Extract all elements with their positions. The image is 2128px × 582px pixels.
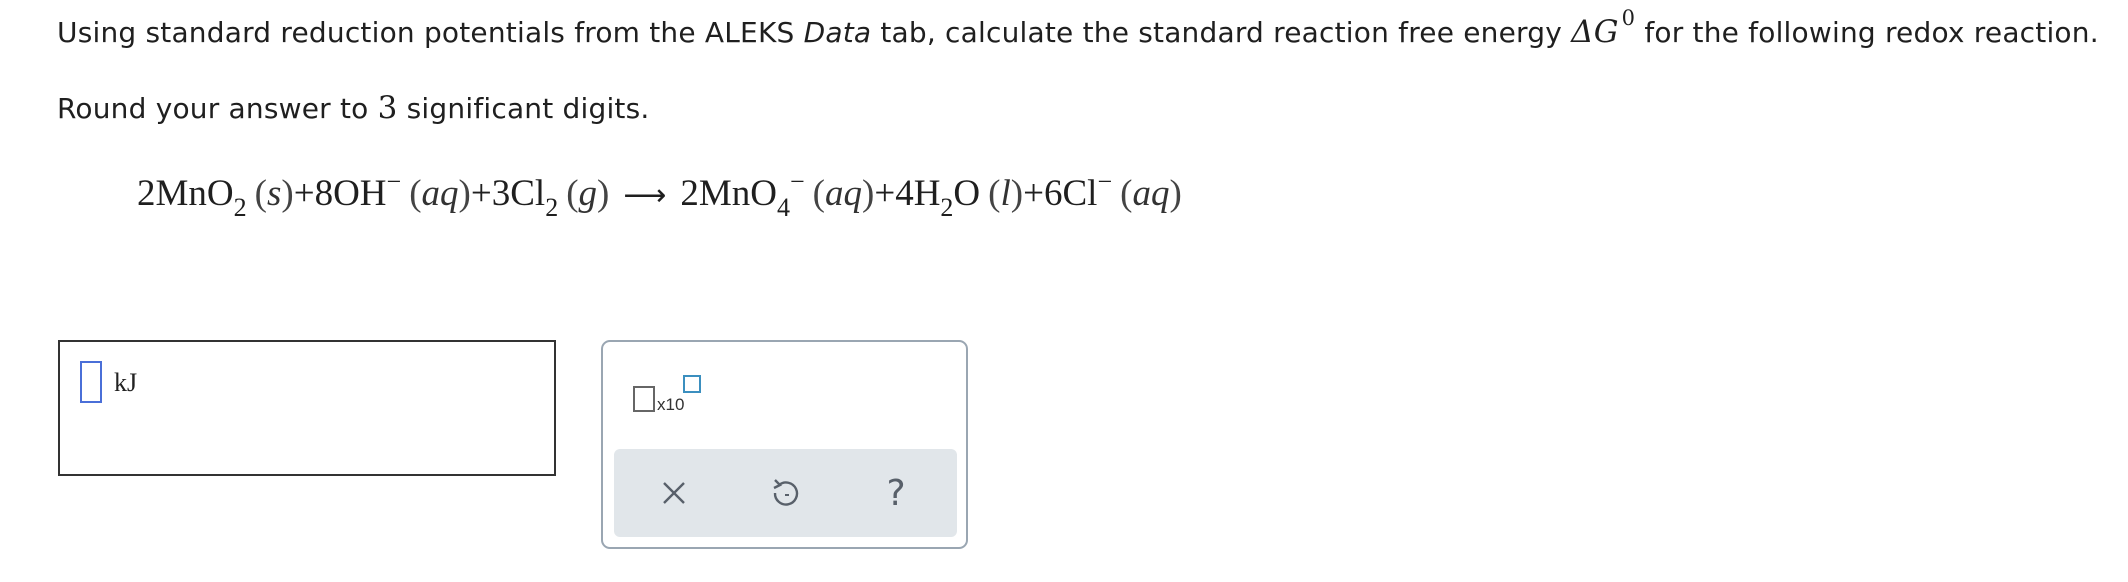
action-bar: ? — [614, 449, 957, 537]
phase: aq — [824, 173, 862, 214]
plus-sign: + — [470, 173, 492, 214]
delta-g-label: ΔG — [1571, 14, 1619, 50]
plus-sign: + — [874, 173, 896, 214]
formula: Cl — [510, 173, 546, 214]
paren: ( — [254, 173, 267, 214]
data-tab-reference: Data — [803, 16, 872, 49]
paren: ) — [458, 173, 471, 214]
significant-digits-number: 3 — [377, 90, 398, 126]
exponent-box-icon — [683, 375, 701, 393]
reaction-arrow: ⟶ — [623, 178, 667, 213]
delta-g-superscript: 0 — [1621, 6, 1636, 30]
phase: g — [578, 173, 598, 214]
coefficient: 2 — [680, 173, 699, 214]
answer-input[interactable] — [80, 361, 102, 403]
formula: O — [953, 173, 981, 214]
paren: ) — [1010, 173, 1024, 214]
question-text: for the following redox reaction. — [1635, 16, 2099, 49]
reactant-species-0: 2MnO2 (s) — [137, 173, 294, 222]
paren: ) — [1169, 173, 1182, 214]
paren: ( — [566, 173, 579, 214]
phase: aq — [421, 173, 459, 214]
question-text: tab, calculate the standard reaction fre… — [871, 16, 1572, 49]
product-species-1: 4H2O (l) — [895, 173, 1024, 222]
charge: − — [789, 167, 805, 196]
paren: ) — [597, 173, 610, 214]
redox-equation: 2MnO2 (s)+8OH− (aq)+3Cl2 (g) ⟶ 2MnO4− (aq)+4H2… — [137, 167, 1182, 222]
question-text-line-1: Using standard reduction potentials from… — [57, 6, 2099, 50]
product-species-2: 6Cl− (aq) — [1043, 167, 1182, 214]
paren: ( — [409, 173, 422, 214]
phase: s — [266, 173, 282, 214]
question-text-line-2: Round your answer to 3 significant digit… — [57, 90, 650, 126]
paren: ) — [861, 173, 875, 214]
clear-button[interactable] — [652, 471, 696, 515]
plus-sign: + — [1023, 173, 1044, 214]
coefficient: 8 — [314, 173, 334, 214]
coefficient: 4 — [895, 173, 914, 214]
answer-box: kJ — [58, 340, 556, 476]
paren: ) — [281, 173, 294, 214]
undo-icon — [773, 479, 799, 506]
coefficient: 6 — [1043, 173, 1063, 214]
charge: − — [1097, 167, 1113, 196]
question-text: Round your answer to — [57, 92, 378, 125]
paren: ( — [812, 173, 825, 214]
mantissa-box-icon — [633, 386, 655, 412]
phase: aq — [1132, 173, 1170, 214]
subscript: 2 — [940, 193, 954, 222]
scientific-notation-button[interactable]: x10 — [627, 372, 701, 417]
close-icon — [663, 482, 685, 504]
delta-g-symbol: ΔG 0 — [1571, 6, 1635, 50]
formula: H — [913, 173, 941, 214]
unit-label: kJ — [114, 368, 138, 397]
formula: MnO — [698, 173, 777, 214]
subscript: 4 — [776, 193, 790, 222]
formula: Cl — [1062, 173, 1098, 214]
reactant-species-2: 3Cl2 (g) — [491, 173, 610, 222]
x10-label: x10 — [657, 395, 685, 414]
coefficient: 2 — [137, 173, 156, 214]
plus-sign: + — [293, 173, 315, 214]
phase: l — [1000, 173, 1011, 214]
formula: OH — [333, 173, 387, 214]
subscript: 2 — [545, 193, 559, 222]
question-text: significant digits. — [397, 92, 650, 125]
help-icon: ? — [886, 472, 906, 514]
question-text: Using standard reduction potentials from… — [57, 16, 804, 49]
undo-button[interactable] — [763, 471, 807, 515]
paren: ( — [1120, 173, 1133, 214]
product-species-0: 2MnO4− (aq) — [680, 167, 875, 222]
paren: ( — [988, 173, 1001, 214]
formula: MnO — [155, 173, 234, 214]
subscript: 2 — [233, 193, 247, 222]
reactant-species-1: 8OH− (aq) — [314, 167, 471, 214]
math-tool-panel: x10 ? — [601, 340, 968, 549]
coefficient: 3 — [491, 173, 511, 214]
help-button[interactable]: ? — [874, 471, 918, 515]
charge: − — [386, 167, 402, 196]
